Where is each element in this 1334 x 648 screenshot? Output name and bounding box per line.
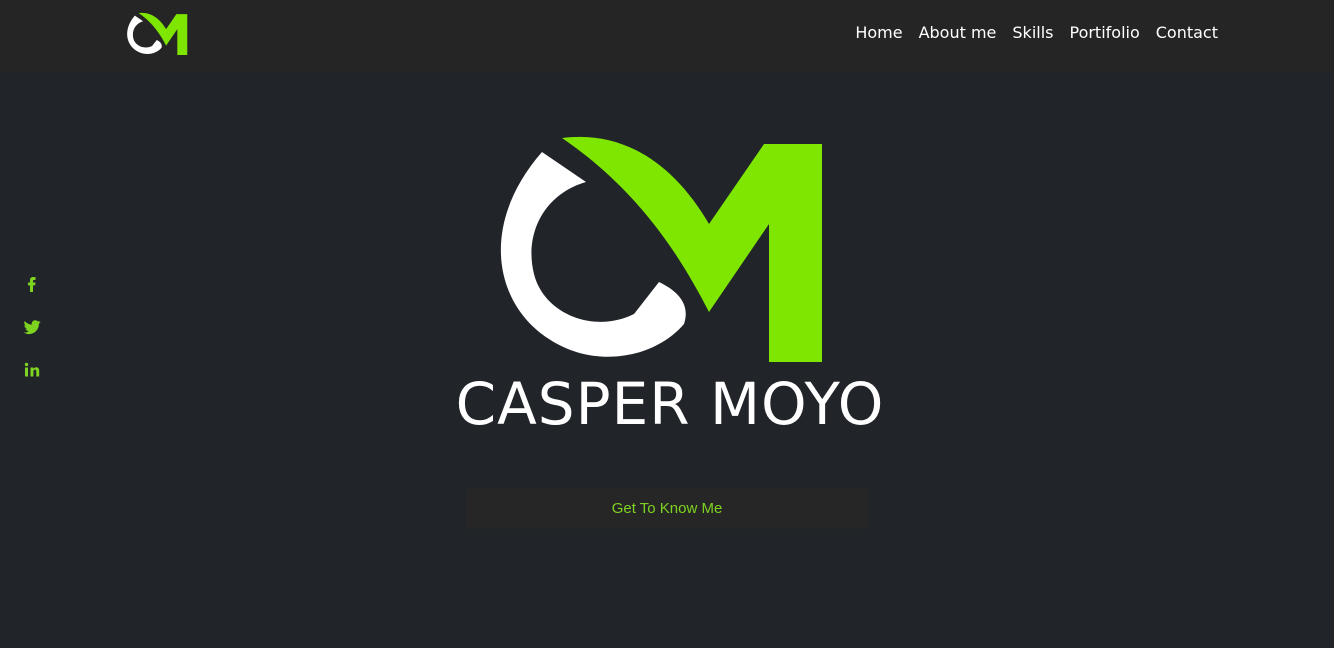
nav-links: Home About me Skills Portifolio Contact — [855, 22, 1218, 44]
hero-logo — [484, 134, 826, 366]
nav-link-home[interactable]: Home — [855, 22, 902, 44]
nav-link-about-me[interactable]: About me — [919, 22, 997, 44]
social-links — [22, 274, 46, 403]
nav-link-contact[interactable]: Contact — [1156, 22, 1218, 44]
nav-link-portfolio[interactable]: Portifolio — [1069, 22, 1139, 44]
cm-hero-logo-icon — [500, 136, 822, 362]
hero-name: CASPER MOYO — [455, 370, 885, 438]
get-to-know-me-button[interactable]: Get To Know Me — [466, 488, 868, 529]
facebook-icon[interactable] — [22, 274, 42, 294]
nav-logo[interactable] — [124, 12, 188, 56]
twitter-icon[interactable] — [22, 317, 42, 337]
cm-logo-icon — [127, 12, 188, 55]
nav-link-skills[interactable]: Skills — [1012, 22, 1053, 44]
navbar: Home About me Skills Portifolio Contact — [0, 0, 1334, 72]
linkedin-icon[interactable] — [22, 360, 42, 380]
